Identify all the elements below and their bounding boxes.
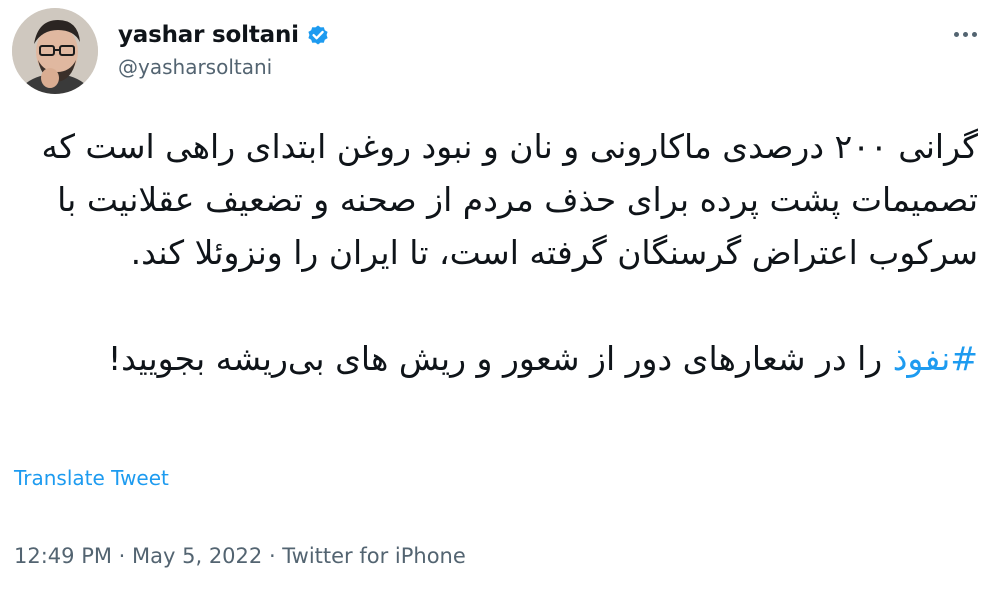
- meta-separator: ·: [262, 544, 283, 568]
- tweet-text: گرانی ۲۰۰ درصدی ماکارونی و نان و نبود رو…: [16, 120, 978, 385]
- hashtag-link[interactable]: #نفوذ: [893, 339, 978, 378]
- translate-tweet-link[interactable]: Translate Tweet: [14, 466, 169, 490]
- display-name[interactable]: yashar soltani: [118, 22, 299, 48]
- tweet-paragraph-1: گرانی ۲۰۰ درصدی ماکارونی و نان و نبود رو…: [41, 127, 978, 272]
- more-dots-icon: [962, 31, 968, 37]
- display-name-row: yashar soltani: [118, 18, 330, 52]
- more-dots-icon: [971, 31, 977, 37]
- user-handle[interactable]: @yasharsoltani: [118, 55, 272, 79]
- verified-badge-icon: [306, 23, 330, 47]
- tweet-metadata: 12:49 PM · May 5, 2022 · Twitter for iPh…: [14, 544, 466, 568]
- avatar[interactable]: [12, 8, 98, 94]
- tweet-paragraph-2-text: را در شعارهای دور از شعور و ریش های بی‌ر…: [107, 339, 893, 378]
- meta-separator: ·: [111, 544, 133, 568]
- tweet-card: yashar soltani @yasharsoltani گرانی ۲۰۰ …: [0, 0, 1000, 595]
- tweet-source[interactable]: Twitter for iPhone: [282, 544, 466, 568]
- tweet-paragraph-2: #نفوذ را در شعارهای دور از شعور و ریش ها…: [16, 332, 978, 385]
- more-options-button[interactable]: [948, 22, 982, 46]
- more-dots-icon: [953, 31, 959, 37]
- tweet-date[interactable]: May 5, 2022: [132, 544, 262, 568]
- avatar-photo: [12, 8, 98, 94]
- tweet-time[interactable]: 12:49 PM: [14, 544, 112, 568]
